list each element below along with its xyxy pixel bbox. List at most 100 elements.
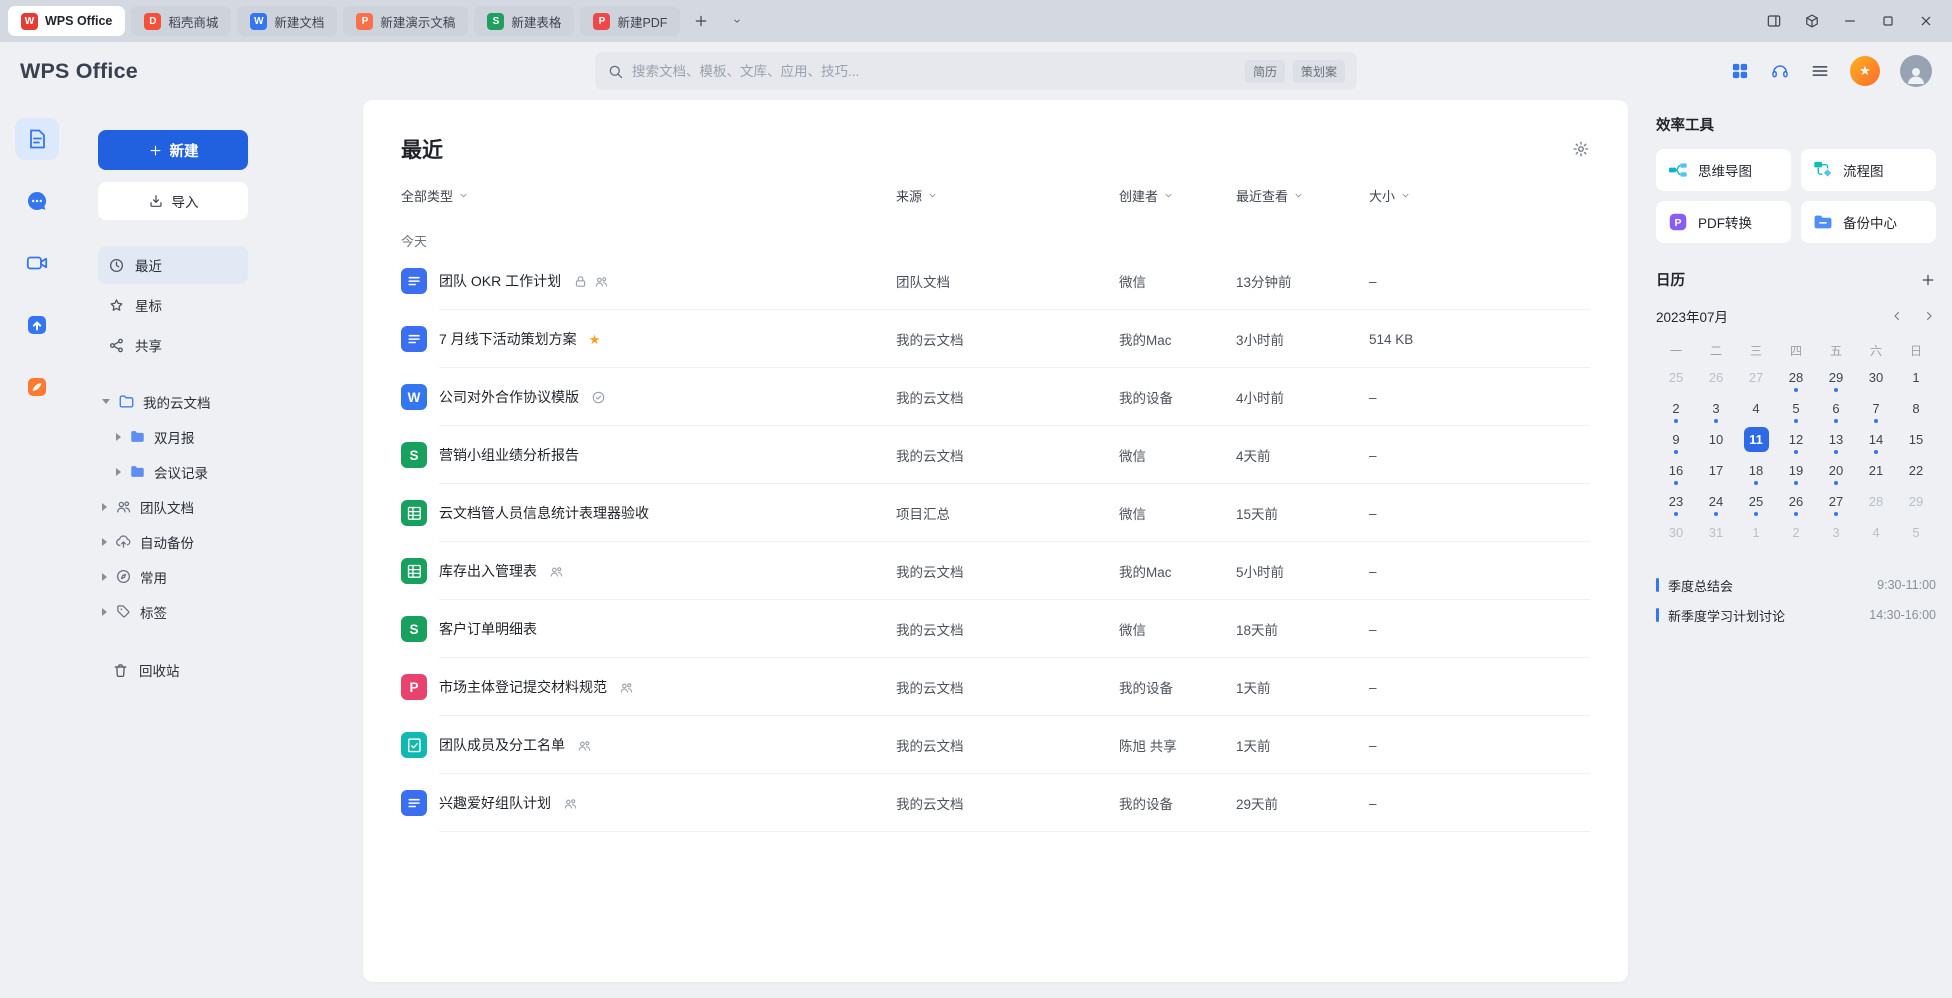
calendar-day[interactable]: 21 <box>1856 455 1896 486</box>
trash-item[interactable]: 回收站 <box>98 651 248 689</box>
caret-icon[interactable] <box>102 503 107 511</box>
filter-dropdown[interactable]: 创建者 <box>1119 186 1236 205</box>
calendar-day[interactable]: 23 <box>1656 486 1696 517</box>
sidebar-tree-item[interactable]: 我的云文档 <box>98 384 363 419</box>
calendar-day[interactable]: 6 <box>1816 393 1856 424</box>
import-button[interactable]: 导入 <box>98 182 248 220</box>
calendar-day[interactable]: 3 <box>1696 393 1736 424</box>
sidebar-nav-item[interactable]: 星标 <box>98 286 248 324</box>
file-row[interactable]: S 营销小组业绩分析报告 我的云文档 微信 4天前 – <box>401 426 1590 484</box>
calendar-day[interactable]: 18 <box>1736 455 1776 486</box>
rail-item[interactable] <box>15 180 59 222</box>
calendar-day[interactable]: 14 <box>1856 424 1896 455</box>
calendar-event[interactable]: 新季度学习计划讨论 14:30-16:00 <box>1656 600 1936 630</box>
calendar-day[interactable]: 30 <box>1856 362 1896 393</box>
calendar-day[interactable]: 2 <box>1776 517 1816 548</box>
calendar-day[interactable]: 31 <box>1696 517 1736 548</box>
tool-button[interactable]: 思维导图 <box>1656 149 1791 191</box>
calendar-day[interactable]: 4 <box>1736 393 1776 424</box>
calendar-day[interactable]: 5 <box>1896 517 1936 548</box>
tool-button[interactable]: 备份中心 <box>1801 201 1936 243</box>
settings-gear-icon[interactable] <box>1572 140 1590 158</box>
search-input[interactable] <box>632 64 1237 79</box>
calendar-event[interactable]: 季度总结会 9:30-11:00 <box>1656 570 1936 600</box>
rail-item[interactable] <box>15 304 59 346</box>
calendar-day[interactable]: 9 <box>1656 424 1696 455</box>
filter-dropdown[interactable]: 来源 <box>896 186 1119 205</box>
app-tab[interactable]: 新建演示文稿 <box>343 6 468 36</box>
file-row[interactable]: W 公司对外合作协议模版 我的云文档 我的设备 4小时前 – <box>401 368 1590 426</box>
rail-item[interactable] <box>15 242 59 284</box>
calendar-day[interactable]: 22 <box>1896 455 1936 486</box>
minimize-button[interactable] <box>1832 6 1868 36</box>
prev-month-icon[interactable] <box>1890 309 1904 323</box>
apps-grid-icon[interactable] <box>1730 61 1750 81</box>
sidebar-nav-item[interactable]: 最近 <box>98 246 248 284</box>
calendar-day[interactable]: 28 <box>1776 362 1816 393</box>
file-row[interactable]: 云文档管人员信息统计表理器验收 项目汇总 微信 15天前 – <box>401 484 1590 542</box>
member-center-icon[interactable] <box>1850 56 1880 86</box>
filter-dropdown[interactable]: 最近查看 <box>1236 186 1369 205</box>
calendar-day[interactable]: 15 <box>1896 424 1936 455</box>
calendar-day[interactable]: 1 <box>1896 362 1936 393</box>
sidebar-tree-item[interactable]: 团队文档 <box>98 489 363 524</box>
app-tab[interactable]: 稻壳商城 <box>131 6 231 36</box>
file-row[interactable]: 兴趣爱好组队计划 我的云文档 我的设备 29天前 – <box>401 774 1590 832</box>
calendar-day[interactable]: 26 <box>1696 362 1736 393</box>
user-avatar[interactable] <box>1900 55 1932 87</box>
calendar-day[interactable]: 12 <box>1776 424 1816 455</box>
search-bar[interactable]: 简历 策划案 <box>595 52 1357 90</box>
calendar-day[interactable]: 3 <box>1816 517 1856 548</box>
calendar-day[interactable]: 16 <box>1656 455 1696 486</box>
sidebar-tree-item[interactable]: 双月报 <box>98 419 363 454</box>
search-tag[interactable]: 策划案 <box>1293 60 1345 83</box>
calendar-day[interactable]: 20 <box>1816 455 1856 486</box>
calendar-day[interactable]: 7 <box>1856 393 1896 424</box>
menu-icon[interactable] <box>1810 61 1830 81</box>
calendar-day[interactable]: 5 <box>1776 393 1816 424</box>
calendar-day[interactable]: 1 <box>1736 517 1776 548</box>
calendar-day[interactable]: 24 <box>1696 486 1736 517</box>
calendar-day[interactable]: 17 <box>1696 455 1736 486</box>
calendar-day[interactable]: 28 <box>1856 486 1896 517</box>
calendar-day[interactable]: 25 <box>1736 486 1776 517</box>
close-button[interactable] <box>1908 6 1944 36</box>
new-tab-button[interactable] <box>686 6 716 36</box>
rail-item[interactable] <box>15 118 59 160</box>
caret-icon[interactable] <box>116 433 121 441</box>
tool-button[interactable]: P PDF转换 <box>1656 201 1791 243</box>
sidebar-nav-item[interactable]: 共享 <box>98 326 248 364</box>
new-button[interactable]: 新建 <box>98 130 248 170</box>
file-row[interactable]: 团队 OKR 工作计划 团队文档 微信 13分钟前 – <box>401 252 1590 310</box>
file-row[interactable]: P 市场主体登记提交材料规范 我的云文档 我的设备 1天前 – <box>401 658 1590 716</box>
filter-dropdown[interactable]: 全部类型 <box>401 186 896 205</box>
app-tab[interactable]: WPS Office <box>8 6 125 36</box>
support-headset-icon[interactable] <box>1770 61 1790 81</box>
calendar-day[interactable]: 2 <box>1656 393 1696 424</box>
sidebar-tree-item[interactable]: 标签 <box>98 594 363 629</box>
caret-icon[interactable] <box>102 399 110 404</box>
file-row[interactable]: 团队成员及分工名单 我的云文档 陈旭 共享 1天前 – <box>401 716 1590 774</box>
caret-icon[interactable] <box>102 608 107 616</box>
calendar-day[interactable]: 19 <box>1776 455 1816 486</box>
calendar-day[interactable]: 25 <box>1656 362 1696 393</box>
calendar-day[interactable]: 10 <box>1696 424 1736 455</box>
calendar-day[interactable]: 27 <box>1816 486 1856 517</box>
app-tab[interactable]: 新建表格 <box>474 6 574 36</box>
workspace-box-icon[interactable] <box>1794 6 1830 36</box>
sidebar-tree-item[interactable]: 自动备份 <box>98 524 363 559</box>
caret-icon[interactable] <box>102 538 107 546</box>
calendar-day[interactable]: 29 <box>1816 362 1856 393</box>
calendar-day[interactable]: 27 <box>1736 362 1776 393</box>
add-event-icon[interactable] <box>1920 272 1936 288</box>
calendar-day[interactable]: 30 <box>1656 517 1696 548</box>
file-row[interactable]: S 客户订单明细表 我的云文档 微信 18天前 – <box>401 600 1590 658</box>
file-row[interactable]: 7 月线下活动策划方案 ★ 我的云文档 我的Mac 3小时前 514 KB <box>401 310 1590 368</box>
filter-dropdown[interactable]: 大小 <box>1369 186 1590 205</box>
calendar-day[interactable]: 4 <box>1856 517 1896 548</box>
app-tab[interactable]: 新建PDF <box>580 6 680 36</box>
next-month-icon[interactable] <box>1922 309 1936 323</box>
app-tab[interactable]: 新建文档 <box>237 6 337 36</box>
tool-button[interactable]: 流程图 <box>1801 149 1936 191</box>
tab-list-button[interactable] <box>722 6 752 36</box>
